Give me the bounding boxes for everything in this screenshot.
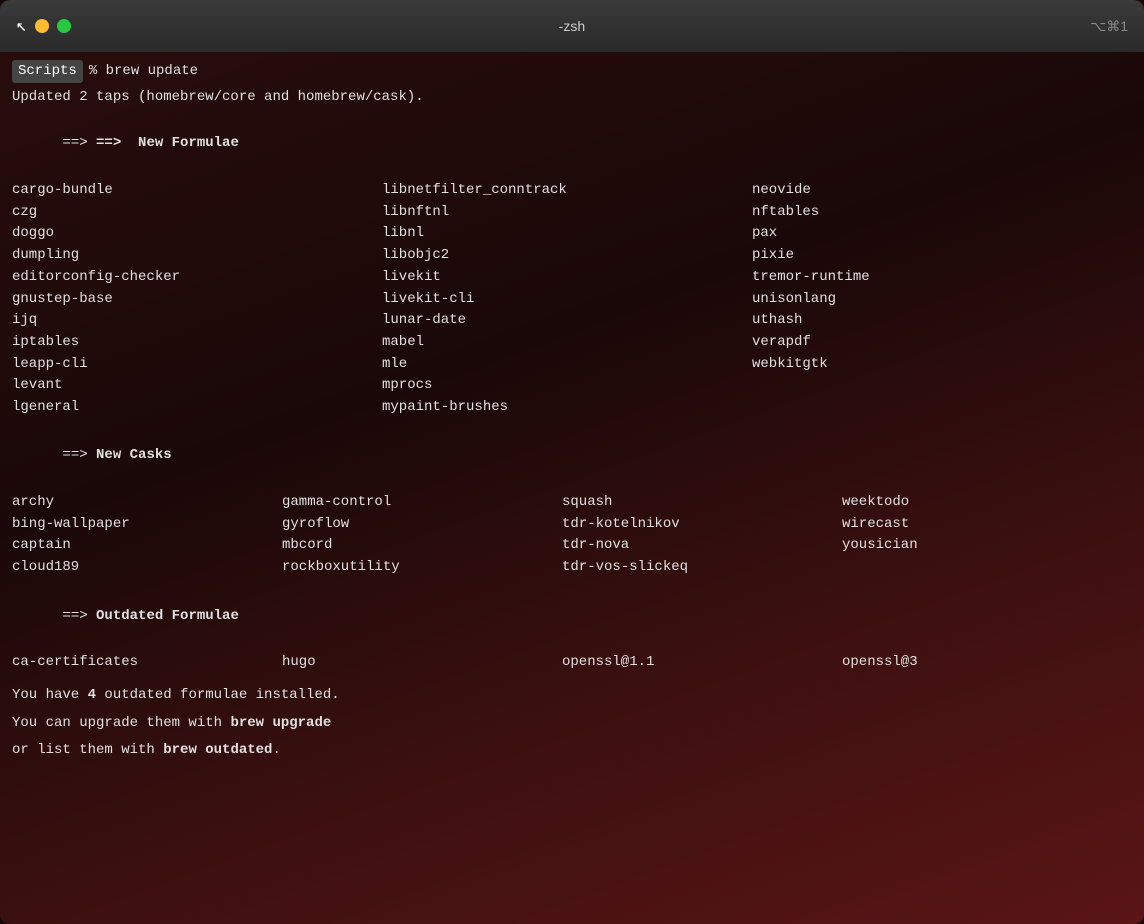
new-casks-col2: gamma-control gyroflow mbcord rockboxuti… [282,492,562,579]
summary-line-2: You can upgrade them with brew upgrade [12,712,1132,736]
new-casks-col4: weektodo wirecast yousician [842,492,1132,579]
outdated-col1: ca-certificates [12,652,282,674]
new-formulae-col1: cargo-bundle czg doggo dumpling editorco… [12,180,382,419]
keyboard-shortcut: ⌥⌘1 [1090,18,1128,35]
outdated-formulae-grid: ca-certificates hugo openssl@1.1 openssl… [12,652,1132,674]
new-casks-header: ==> New Casks [12,421,1132,492]
prompt-command: % brew update [89,61,198,82]
window-title: -zsh [559,18,585,34]
prompt-path: Scripts [12,60,83,83]
maximize-button[interactable] [57,19,71,33]
summary-line-1: You have 4 outdated formulae installed. [12,684,1132,708]
outdated-col4: openssl@3 [842,652,1132,674]
titlebar: ↖ -zsh ⌥⌘1 [0,0,1144,52]
outdated-formulae-header: ==> Outdated Formulae [12,581,1132,652]
summary-section: You have 4 outdated formulae installed. … [12,684,1132,763]
cursor-icon: ↖ [16,15,27,37]
new-casks-col3: squash tdr-kotelnikov tdr-nova tdr-vos-s… [562,492,842,579]
prompt-line: Scripts % brew update [12,60,1132,83]
outdated-col3: openssl@1.1 [562,652,842,674]
new-formulae-col2: libnetfilter_conntrack libnftnl libnl li… [382,180,752,419]
summary-line-3: or list them with brew outdated. [12,739,1132,763]
window-controls [35,19,71,33]
new-casks-grid: archy bing-wallpaper captain cloud189 ga… [12,492,1132,579]
updated-taps-line: Updated 2 taps (homebrew/core and homebr… [12,87,1132,109]
new-casks-col1: archy bing-wallpaper captain cloud189 [12,492,282,579]
new-formulae-grid: cargo-bundle czg doggo dumpling editorco… [12,180,1132,419]
terminal-output[interactable]: Scripts % brew update Updated 2 taps (ho… [0,52,1144,924]
minimize-button[interactable] [35,19,49,33]
new-formulae-header: ==> ==> New Formulae [12,109,1132,180]
outdated-col2: hugo [282,652,562,674]
new-formulae-col3: neovide nftables pax pixie tremor-runtim… [752,180,1132,419]
terminal-window: ↖ -zsh ⌥⌘1 Scripts % brew update Updated… [0,0,1144,924]
